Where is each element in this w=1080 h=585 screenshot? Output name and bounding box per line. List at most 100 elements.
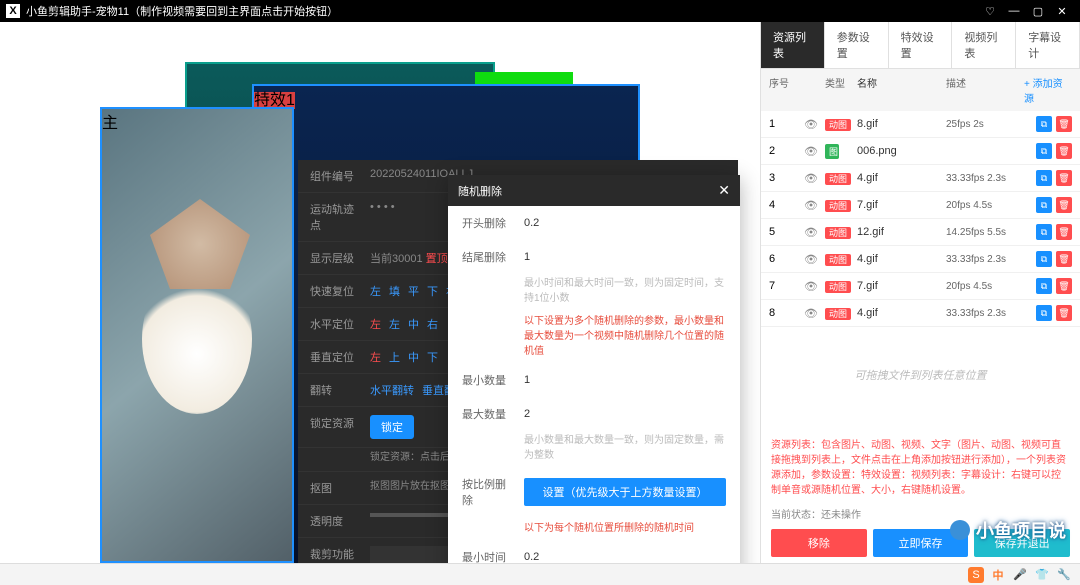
tab-videos[interactable]: 视频列表 — [952, 22, 1016, 68]
visibility-icon[interactable]: 👁 — [797, 253, 825, 266]
row-info: 25fps 2s — [946, 119, 1024, 130]
row-name: 12.gif — [857, 226, 946, 238]
ime-mic-icon[interactable]: 🎤 — [1012, 567, 1028, 583]
visibility-icon[interactable]: 👁 — [797, 280, 825, 293]
table-row[interactable]: 5👁动图12.gif14.25fps 5.5s⧉🗑 — [761, 219, 1080, 246]
prop-lock-label: 锁定资源 — [310, 415, 358, 431]
row-name: 4.gif — [857, 172, 946, 184]
visibility-icon[interactable]: 👁 — [797, 307, 825, 320]
prop-id-label: 组件编号 — [310, 168, 358, 184]
copy-icon[interactable]: ⧉ — [1036, 170, 1052, 186]
copy-icon[interactable]: ⧉ — [1036, 143, 1052, 159]
visibility-icon[interactable]: 👁 — [797, 145, 825, 158]
delete-icon[interactable]: 🗑 — [1056, 251, 1072, 267]
delete-icon[interactable]: 🗑 — [1056, 170, 1072, 186]
tail-del-input[interactable]: 1 — [524, 251, 726, 263]
prop-crop-label: 裁剪功能 — [310, 546, 358, 562]
prop-track-label: 运动轨迹点 — [310, 201, 358, 233]
row-index: 6 — [769, 253, 797, 265]
head-del-input[interactable]: 0.2 — [524, 217, 726, 229]
reset-opt[interactable]: 左 — [370, 286, 381, 298]
copy-icon[interactable]: ⧉ — [1036, 251, 1052, 267]
table-row[interactable]: 3👁动图4.gif33.33fps 2.3s⧉🗑 — [761, 165, 1080, 192]
delete-icon[interactable]: 🗑 — [1056, 278, 1072, 294]
modal-close-icon[interactable]: ✕ — [718, 182, 730, 199]
visibility-icon[interactable]: 👁 — [797, 172, 825, 185]
row-index: 8 — [769, 307, 797, 319]
copy-icon[interactable]: ⧉ — [1036, 224, 1052, 240]
app-logo-icon: X — [6, 4, 20, 18]
row-name: 7.gif — [857, 199, 946, 211]
table-row[interactable]: 4👁动图7.gif20fps 4.5s⧉🗑 — [761, 192, 1080, 219]
ime-skin-icon[interactable]: 👕 — [1034, 567, 1050, 583]
table-row[interactable]: 8👁动图4.gif33.33fps 2.3s⧉🗑 — [761, 300, 1080, 327]
prop-hpos-label: 水平定位 — [310, 316, 358, 332]
delete-icon[interactable]: 🗑 — [1056, 224, 1072, 240]
prop-stack-label: 显示层级 — [310, 250, 358, 266]
max-count-input[interactable]: 2 — [524, 408, 726, 420]
row-name: 7.gif — [857, 280, 946, 292]
table-row[interactable]: 7👁动图7.gif20fps 4.5s⧉🗑 — [761, 273, 1080, 300]
row-info: 33.33fps 2.3s — [946, 254, 1024, 265]
prop-flip-label: 翻转 — [310, 382, 358, 398]
copy-icon[interactable]: ⧉ — [1036, 305, 1052, 321]
row-index: 1 — [769, 118, 797, 130]
close-button[interactable]: ✕ — [1050, 5, 1074, 18]
ime-cn-icon[interactable]: 中 — [990, 567, 1006, 583]
row-index: 7 — [769, 280, 797, 292]
save-exit-button[interactable]: 保存并退出 — [974, 529, 1070, 557]
maximize-button[interactable]: ▢ — [1026, 5, 1050, 18]
help-text: 资源列表：包含图片、动图、视频、文字（图片、动图、视频可直接拖拽到列表上，文件点… — [761, 432, 1080, 504]
min-time-input[interactable]: 0.2 — [524, 551, 726, 563]
hands-heart — [150, 199, 250, 289]
sidebar-tabs: 资源列表 参数设置 特效设置 视频列表 字幕设计 — [761, 22, 1080, 69]
row-info: 14.25fps 5.5s — [946, 227, 1024, 238]
modal-title: 随机删除 — [458, 183, 502, 199]
layer-tag-main: 主 — [102, 115, 118, 132]
delete-icon[interactable]: 🗑 — [1056, 305, 1072, 321]
copy-icon[interactable]: ⧉ — [1036, 197, 1052, 213]
min-count-input[interactable]: 1 — [524, 374, 726, 386]
prop-vpos-label: 垂直定位 — [310, 349, 358, 365]
row-name: 4.gif — [857, 253, 946, 265]
lock-button[interactable]: 锁定 — [370, 415, 414, 439]
row-info: 20fps 4.5s — [946, 281, 1024, 292]
ratio-set-button[interactable]: 设置（优先级大于上方数量设置） — [524, 478, 726, 506]
delete-icon[interactable]: 🗑 — [1056, 116, 1072, 132]
help-icon[interactable]: ♡ — [978, 5, 1002, 18]
tab-fx[interactable]: 特效设置 — [889, 22, 953, 68]
copy-icon[interactable]: ⧉ — [1036, 278, 1052, 294]
status-text: 当前状态：还未操作 — [761, 504, 1080, 523]
table-row[interactable]: 6👁动图4.gif33.33fps 2.3s⧉🗑 — [761, 246, 1080, 273]
prop-mask-label: 抠图 — [310, 480, 358, 496]
layer-water[interactable]: 主 — [100, 107, 294, 563]
delete-icon[interactable]: 🗑 — [1056, 143, 1072, 159]
canvas-area[interactable]: 特效1 主 组件编号20220524011IOALLJ 运动轨迹点• • • •… — [0, 22, 760, 563]
visibility-icon[interactable]: 👁 — [797, 118, 825, 131]
table-row[interactable]: 1👁动图8.gif25fps 2s⧉🗑 — [761, 111, 1080, 138]
save-button[interactable]: 立即保存 — [873, 529, 969, 557]
tab-params[interactable]: 参数设置 — [825, 22, 889, 68]
copy-icon[interactable]: ⧉ — [1036, 116, 1052, 132]
remove-button[interactable]: 移除 — [771, 529, 867, 557]
resource-table: 序号 类型 名称 描述 + 添加资源 1👁动图8.gif25fps 2s⧉🗑2👁… — [761, 69, 1080, 327]
add-resource-button[interactable]: + 添加资源 — [1024, 75, 1072, 105]
stack-top-button[interactable]: 置顶 — [426, 253, 448, 265]
row-info: 33.33fps 2.3s — [946, 308, 1024, 319]
tab-resources[interactable]: 资源列表 — [761, 22, 825, 68]
table-row[interactable]: 2👁图006.png⧉🗑 — [761, 138, 1080, 165]
visibility-icon[interactable]: 👁 — [797, 199, 825, 212]
delete-icon[interactable]: 🗑 — [1056, 197, 1072, 213]
ime-tool-icon[interactable]: 🔧 — [1056, 567, 1072, 583]
visibility-icon[interactable]: 👁 — [797, 226, 825, 239]
tab-subs[interactable]: 字幕设计 — [1016, 22, 1080, 68]
ime-s-icon[interactable]: S — [968, 567, 984, 583]
ime-bar: S 中 🎤 👕 🔧 — [0, 563, 1080, 585]
minimize-button[interactable]: — — [1002, 5, 1026, 17]
row-name: 006.png — [857, 145, 946, 157]
drop-hint: 可拖拽文件到列表任意位置 — [761, 327, 1080, 432]
row-name: 4.gif — [857, 307, 946, 319]
sidebar: 资源列表 参数设置 特效设置 视频列表 字幕设计 序号 类型 名称 描述 + 添… — [760, 22, 1080, 563]
row-index: 2 — [769, 145, 797, 157]
row-name: 8.gif — [857, 118, 946, 130]
